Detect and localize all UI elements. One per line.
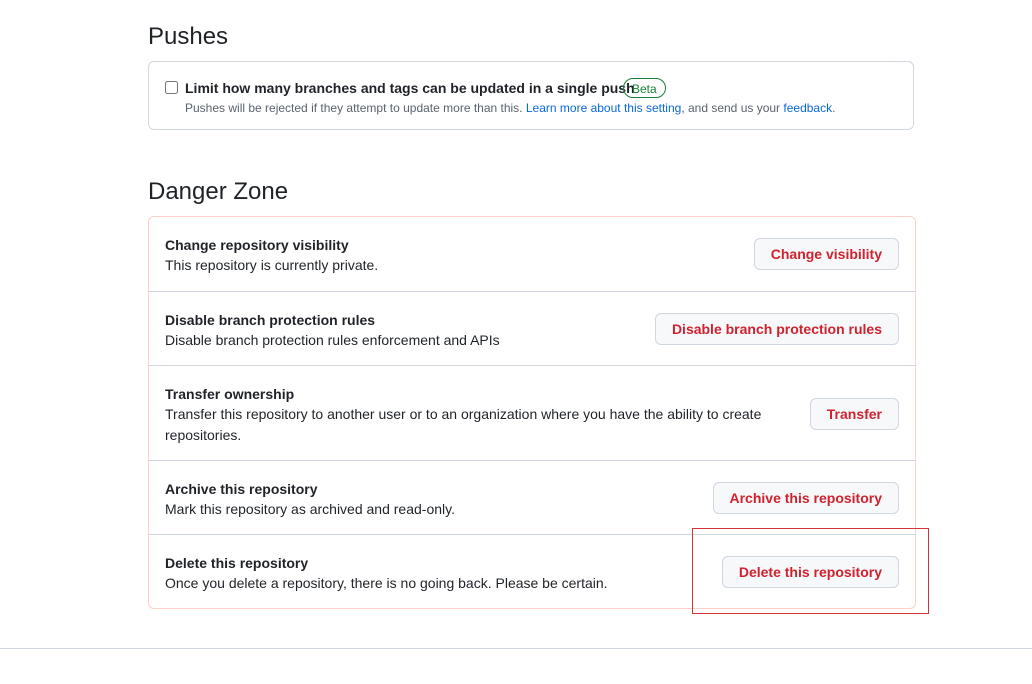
row-description: Transfer this repository to another user… — [165, 406, 762, 443]
pushes-note-suffix: . — [832, 101, 836, 115]
row-title: Delete this repository — [165, 555, 309, 571]
learn-more-link[interactable]: Learn more about this setting — [526, 101, 681, 115]
danger-row-archive: Archive this repository Mark this reposi… — [149, 460, 915, 534]
pushes-settings-box: Limit how many branches and tags can be … — [148, 61, 914, 130]
pushes-note: Pushes will be rejected if they attempt … — [185, 101, 835, 115]
pushes-note-middle: , and send us your — [681, 101, 781, 115]
row-title: Change repository visibility — [165, 237, 349, 253]
row-description: This repository is currently private. — [165, 257, 379, 273]
row-title: Transfer ownership — [165, 386, 295, 402]
change-visibility-button[interactable]: Change visibility — [753, 238, 899, 270]
row-title: Disable branch protection rules — [165, 312, 376, 328]
pushes-heading: Pushes — [148, 23, 229, 50]
archive-repository-button[interactable]: Archive this repository — [712, 482, 899, 514]
limit-pushes-checkbox[interactable] — [165, 81, 178, 94]
footer-divider — [0, 648, 1032, 649]
danger-zone-heading: Danger Zone — [148, 178, 289, 205]
disable-branch-protection-button[interactable]: Disable branch protection rules — [654, 313, 899, 345]
danger-row-visibility: Change repository visibility This reposi… — [149, 217, 915, 291]
danger-row-delete: Delete this repository Once you delete a… — [149, 534, 915, 608]
danger-row-branch-protection: Disable branch protection rules Disable … — [149, 291, 915, 365]
row-description: Mark this repository as archived and rea… — [165, 501, 455, 517]
limit-pushes-label[interactable]: Limit how many branches and tags can be … — [185, 80, 635, 96]
row-description: Disable branch protection rules enforcem… — [165, 332, 500, 348]
beta-badge: Beta — [623, 78, 666, 98]
row-title: Archive this repository — [165, 481, 318, 497]
danger-zone-box: Change repository visibility This reposi… — [148, 216, 916, 609]
pushes-note-text: Pushes will be rejected if they attempt … — [185, 101, 523, 115]
feedback-link[interactable]: feedback — [783, 101, 832, 115]
transfer-button[interactable]: Transfer — [809, 398, 899, 430]
row-description: Once you delete a repository, there is n… — [165, 575, 608, 591]
danger-row-transfer: Transfer ownership Transfer this reposit… — [149, 365, 915, 460]
delete-repository-button[interactable]: Delete this repository — [721, 556, 899, 588]
